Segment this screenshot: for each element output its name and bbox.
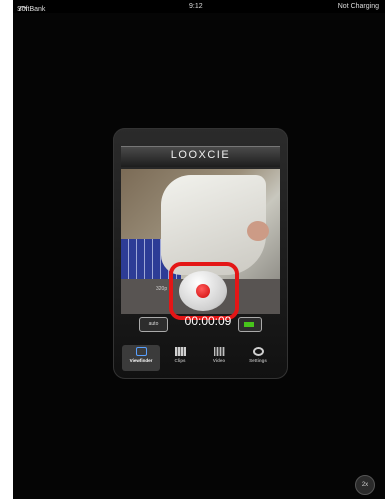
tab-clips[interactable]: Clips [161, 345, 199, 371]
tab-viewfinder[interactable]: Viewfinder [122, 345, 160, 371]
clips-icon [174, 347, 186, 356]
video-icon [213, 347, 225, 356]
tab-label: Settings [249, 358, 267, 363]
tab-label: Video [212, 358, 226, 363]
settings-icon [252, 347, 264, 356]
battery-button[interactable] [238, 317, 262, 332]
auto-exposure-button[interactable]: auto [139, 317, 168, 332]
app-header: LOOXCIE [121, 146, 280, 167]
viewfinder-icon [135, 347, 147, 356]
status-right: Not Charging [337, 3, 379, 10]
resolution-label: 320p [156, 286, 168, 292]
tab-label: Clips [174, 358, 186, 363]
battery-icon [244, 322, 254, 327]
looxcie-app-window: LOOXCIE [113, 128, 288, 379]
record-highlight-outline [169, 262, 239, 320]
tab-label: Viewfinder [129, 358, 153, 363]
wifi-icon [19, 6, 27, 11]
looxcie-logo: LOOXCIE [170, 149, 231, 161]
recording-timecode: 00:00:09 [184, 314, 232, 328]
status-bar: SoftBank 9:12 Not Charging [13, 0, 385, 13]
zoom-2x-button[interactable]: 2x [355, 475, 375, 495]
tab-video[interactable]: Video [200, 345, 238, 371]
tab-settings[interactable]: Settings [239, 345, 277, 371]
status-time: 9:12 [189, 3, 203, 10]
tab-bar: Viewfinder Clips Video Settings [122, 345, 277, 371]
viewfinder-hand [247, 221, 269, 241]
